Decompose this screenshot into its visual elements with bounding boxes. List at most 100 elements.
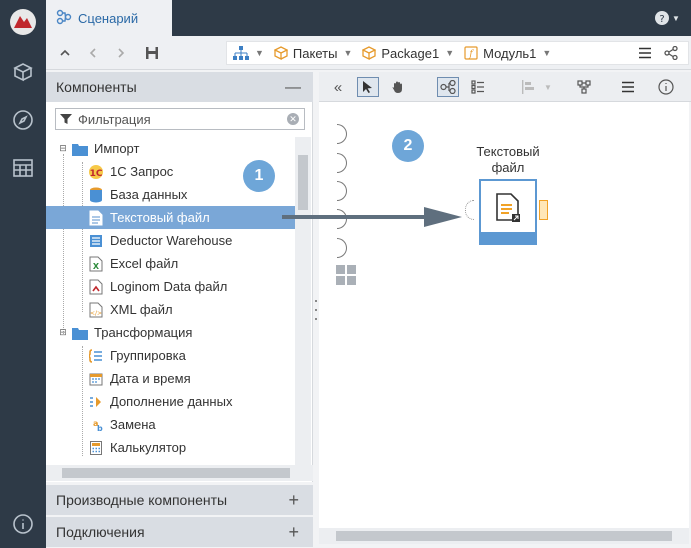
canvas-horizontal-scroll-thumb[interactable] [336, 531, 672, 541]
canvas-info-button[interactable] [655, 77, 677, 97]
back-button[interactable] [84, 44, 102, 62]
svg-text:?: ? [659, 14, 664, 25]
menu-button[interactable] [638, 46, 652, 63]
tree-item-xml-file[interactable]: </> XML файл [46, 298, 295, 321]
xml-file-icon: </> [88, 302, 104, 318]
chevron-down-icon: ▼ [445, 48, 455, 58]
tree-item-text-file[interactable]: Текстовый файл [46, 206, 295, 229]
derived-panel-title: Производные компоненты [56, 492, 228, 508]
hand-icon [392, 81, 402, 93]
data-completion-icon [88, 394, 104, 410]
tree-item-label: 1С Запрос [110, 164, 174, 179]
save-button[interactable] [143, 44, 161, 62]
expand-icon[interactable]: + [288, 522, 299, 543]
tree-item-calculator[interactable]: Калькулятор [46, 436, 295, 459]
info-icon[interactable] [9, 510, 37, 538]
tree-item-loginom-data-file[interactable]: Loginom Data файл [46, 275, 295, 298]
step-badge-1: 1 [243, 160, 275, 192]
package-icon [362, 46, 377, 60]
node-input-port[interactable] [465, 200, 474, 220]
tree-item-label: Группировка [110, 348, 186, 363]
breadcrumb-label: Package1 [381, 45, 440, 61]
connections-panel-header[interactable]: Подключения + [46, 517, 313, 547]
tree-item-label: Текстовый файл [110, 210, 210, 225]
app-logo-icon[interactable] [9, 8, 37, 36]
pan-tool-button[interactable] [387, 77, 409, 97]
horizontal-scroll-thumb[interactable] [62, 468, 290, 478]
collapse-toggle-icon[interactable]: ⊟ [58, 325, 68, 341]
toolbar: ▼ Пакеты ▼ Package1 ▼ f Модуль1 ▼ [46, 36, 691, 70]
tree-group-transformation[interactable]: ⊟ Трансформация [46, 321, 295, 344]
module-icon: f [464, 46, 478, 60]
help-menu[interactable]: ? ▼ [655, 10, 681, 26]
auto-layout-button[interactable] [573, 77, 595, 97]
scenario-icon [56, 9, 72, 28]
components-panel-header[interactable]: Компоненты — [46, 72, 313, 102]
collapse-up-button[interactable] [56, 44, 74, 62]
compass-icon[interactable] [9, 106, 37, 134]
double-chevron-left-icon: « [333, 78, 343, 96]
chevron-down-icon: ▼ [343, 48, 353, 58]
filter-input[interactable]: Фильтрация ✕ [55, 108, 305, 130]
vertical-scroll-thumb[interactable] [298, 155, 308, 210]
breadcrumb: ▼ Пакеты ▼ Package1 ▼ f Модуль1 ▼ [226, 41, 689, 65]
tree-item-label: Дополнение данных [110, 394, 233, 409]
collapse-panel-button[interactable]: « [327, 77, 349, 97]
node-label: Текстовый файл [464, 144, 552, 176]
collapse-toggle-icon[interactable]: ⊟ [58, 141, 68, 157]
tree-group-label: Импорт [94, 141, 140, 156]
tree-item-excel-file[interactable]: X Excel файл [46, 252, 295, 275]
table-icon[interactable] [9, 154, 37, 182]
collapse-icon[interactable]: — [285, 79, 301, 97]
save-icon [146, 47, 158, 59]
list-view-button[interactable] [467, 77, 489, 97]
svg-text:f: f [468, 50, 474, 60]
breadcrumb-label: Модуль1 [483, 45, 537, 61]
align-left-icon [522, 80, 534, 94]
tree-item-deductor-warehouse[interactable]: Deductor Warehouse [46, 229, 295, 252]
align-dropdown[interactable]: ▼ [541, 77, 555, 97]
tree-item-replace[interactable]: ab Замена [46, 413, 295, 436]
node-status-bar [479, 232, 537, 245]
tree-item-grouping[interactable]: Группировка [46, 344, 295, 367]
grouping-icon [88, 348, 104, 364]
tree-item-label: База данных [110, 187, 188, 202]
grid-icon[interactable] [335, 264, 357, 289]
tree-item-data-completion[interactable]: Дополнение данных [46, 390, 295, 413]
derived-components-panel-header[interactable]: Производные компоненты + [46, 485, 313, 515]
forward-button[interactable] [112, 44, 130, 62]
tree-item-date-time[interactable]: Дата и время [46, 367, 295, 390]
tree-item-label: Excel файл [110, 256, 179, 271]
select-tool-button[interactable] [357, 77, 379, 97]
calculator-icon [88, 440, 104, 456]
clear-filter-icon[interactable]: ✕ [287, 113, 299, 125]
folder-icon [72, 141, 88, 157]
replace-icon: ab [88, 417, 104, 433]
info-icon [658, 79, 674, 95]
packages-icon[interactable] [9, 58, 37, 86]
breadcrumb-root[interactable]: ▼ [233, 46, 264, 60]
breadcrumb-module1[interactable]: f Модуль1 ▼ [464, 46, 551, 61]
share-button[interactable] [664, 45, 678, 63]
tree-group-import[interactable]: ⊟ Импорт [46, 137, 295, 160]
node-output-port[interactable] [539, 200, 548, 220]
breadcrumb-label: Пакеты [292, 45, 338, 61]
excel-file-icon: X [88, 256, 104, 272]
layout-icon [577, 80, 591, 94]
expand-icon[interactable]: + [288, 490, 299, 511]
filter-icon [60, 114, 72, 124]
folder-icon [72, 325, 88, 341]
breadcrumb-package1[interactable]: Package1 ▼ [362, 46, 454, 61]
align-button[interactable] [517, 77, 539, 97]
components-panel-title: Компоненты [56, 79, 137, 95]
graph-view-button[interactable] [437, 77, 459, 97]
breadcrumb-packages[interactable]: Пакеты ▼ [273, 45, 353, 61]
tree-item-label: Loginom Data файл [110, 279, 228, 294]
left-rail [0, 0, 46, 548]
canvas-menu-button[interactable] [617, 77, 639, 97]
tab-scenario[interactable]: Сценарий [46, 0, 172, 36]
chevron-down-icon: ▼ [542, 48, 552, 58]
hierarchy-icon [233, 46, 249, 60]
chevron-down-icon: ▼ [544, 82, 552, 92]
node-label-line1: Текстовый [476, 144, 540, 159]
